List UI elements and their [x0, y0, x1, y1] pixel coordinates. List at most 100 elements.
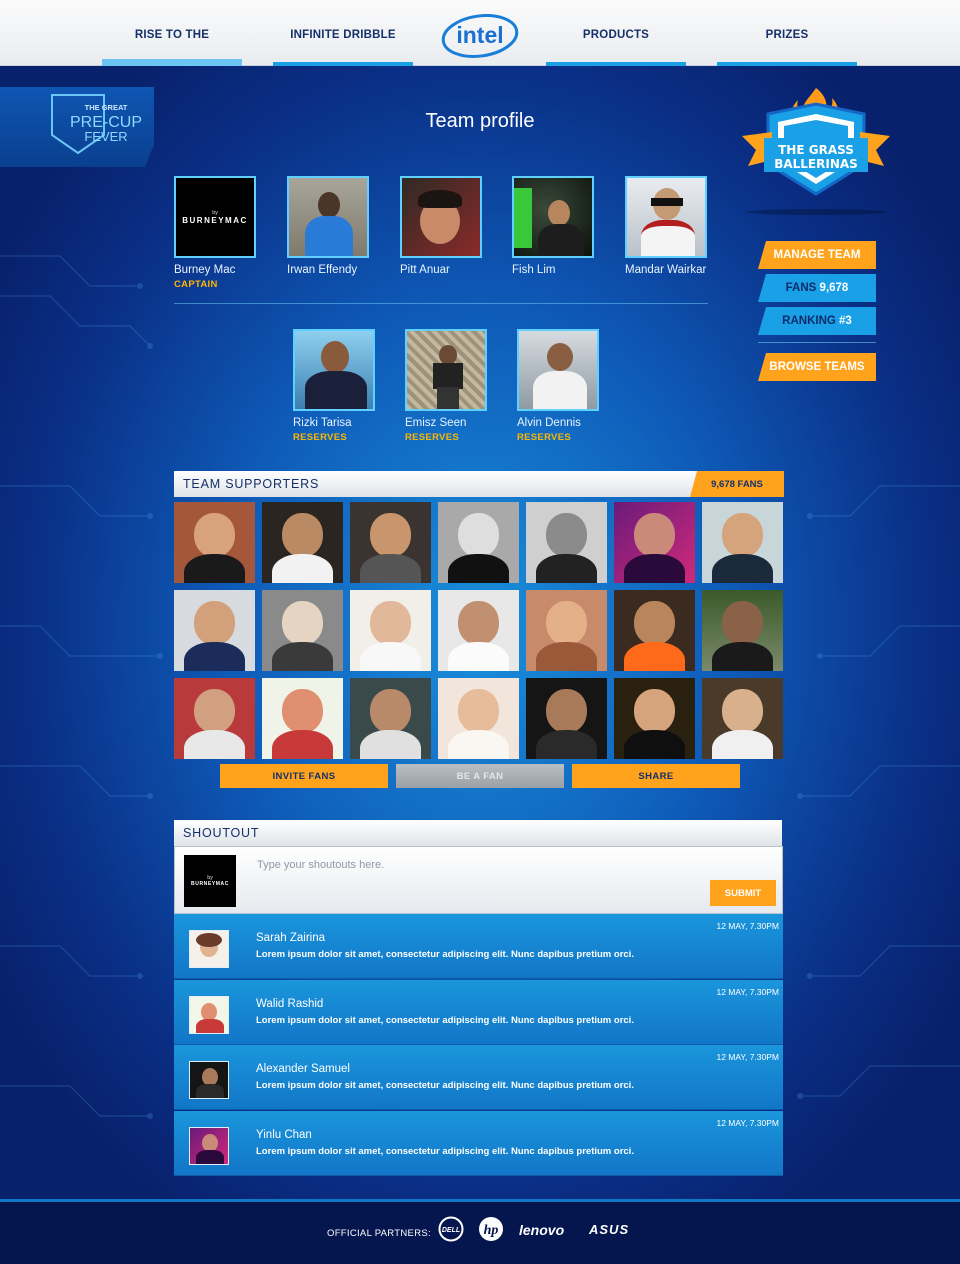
post-timestamp: 12 MAY, 7.30PM: [716, 987, 779, 997]
ranking-value: #3: [839, 315, 852, 327]
team-member-card[interactable]: Irwan Effendy: [287, 176, 397, 276]
partners-label: OFFICIAL PARTNERS:: [327, 1228, 431, 1239]
lenovo-logo[interactable]: lenovo: [519, 1222, 564, 1252]
member-photo[interactable]: [512, 176, 594, 258]
footer: OFFICIAL PARTNERS: DELL hp lenovo ASUS: [0, 1199, 960, 1264]
promo-line3: FEVER: [84, 129, 127, 144]
reserve-member-card[interactable]: Emisz Seen RESERVES: [405, 329, 515, 443]
post-timestamp: 12 MAY, 7.30PM: [716, 1052, 779, 1062]
manage-team-button[interactable]: MANAGE TEAM: [758, 241, 876, 269]
post-avatar[interactable]: [189, 1061, 229, 1099]
hp-logo[interactable]: hp: [478, 1216, 504, 1246]
pre-cup-shield-icon: THE GREAT PRE-CUP FEVER: [51, 94, 142, 155]
browse-teams-button[interactable]: BROWSE TEAMS: [758, 353, 876, 381]
supporter-avatar[interactable]: [614, 502, 695, 583]
fans-label: FANS: [785, 282, 817, 294]
nav-products[interactable]: PRODUCTS: [546, 0, 686, 66]
fans-count-badge: FANS 9,678: [758, 274, 876, 302]
main-content: THE GREAT PRE-CUP FEVER Team profile THE…: [0, 66, 960, 1199]
shoutout-post: Sarah Zairina Lorem ipsum dolor sit amet…: [174, 914, 783, 979]
supporter-avatar[interactable]: [174, 678, 255, 759]
ranking-badge: RANKING #3: [758, 307, 876, 335]
supporter-avatar[interactable]: [350, 502, 431, 583]
share-button[interactable]: SHARE: [572, 764, 740, 788]
member-role: CAPTAIN: [174, 279, 218, 290]
invite-fans-button[interactable]: INVITE FANS: [220, 764, 388, 788]
supporter-avatar[interactable]: [262, 678, 343, 759]
badge-line2: BALLERINAS: [774, 157, 858, 171]
pre-cup-fever-banner[interactable]: THE GREAT PRE-CUP FEVER: [0, 87, 154, 167]
member-role: RESERVES: [405, 432, 459, 443]
team-supporters-header: TEAM SUPPORTERS: [174, 471, 782, 497]
shoutout-input[interactable]: Type your shoutouts here.: [257, 859, 384, 871]
nav-label: INFINITE DRIBBLE: [290, 29, 396, 41]
asus-logo[interactable]: ASUS: [589, 1222, 629, 1252]
post-author[interactable]: Sarah Zairina: [256, 932, 325, 944]
top-navigation: RISE TO THE CHALLENGE INFINITE DRIBBLE i…: [0, 0, 960, 111]
supporter-avatar[interactable]: [702, 678, 783, 759]
post-avatar[interactable]: [189, 930, 229, 968]
supporter-avatar[interactable]: [262, 590, 343, 671]
nav-rise-to-the-challenge[interactable]: RISE TO THE CHALLENGE: [102, 0, 242, 111]
intel-logo[interactable]: intel: [440, 12, 520, 60]
dell-logo[interactable]: DELL: [438, 1216, 464, 1246]
supporter-avatar[interactable]: [174, 590, 255, 671]
supporter-avatar[interactable]: [438, 678, 519, 759]
nav-infinite-dribble[interactable]: INFINITE DRIBBLE: [273, 0, 413, 66]
post-avatar[interactable]: [189, 996, 229, 1034]
fans-value: 9,678: [819, 282, 849, 294]
submit-button[interactable]: SUBMIT: [710, 880, 776, 906]
burneymac-logo: by BURNEYMAC: [176, 178, 254, 256]
post-author[interactable]: Walid Rashid: [256, 998, 323, 1010]
team-member-card[interactable]: Pitt Anuar: [400, 176, 510, 276]
team-member-card[interactable]: by BURNEYMAC Burney Mac CAPTAIN: [174, 176, 284, 290]
post-message: Lorem ipsum dolor sit amet, consectetur …: [256, 1146, 634, 1157]
badge-line1: THE GRASS: [778, 143, 854, 157]
supporter-avatar[interactable]: [614, 678, 695, 759]
post-author[interactable]: Alexander Samuel: [256, 1063, 350, 1075]
supporter-avatar[interactable]: [526, 590, 607, 671]
member-photo[interactable]: [287, 176, 369, 258]
team-member-card[interactable]: Mandar Wairkar: [625, 176, 735, 276]
nav-active-indicator: [102, 59, 242, 66]
members-divider: [174, 303, 708, 304]
post-author[interactable]: Yinlu Chan: [256, 1129, 312, 1141]
nav-prizes[interactable]: PRIZES: [717, 0, 857, 66]
ranking-label: RANKING: [782, 315, 836, 327]
member-photo[interactable]: [400, 176, 482, 258]
member-photo[interactable]: [405, 329, 487, 411]
supporter-avatar[interactable]: [526, 502, 607, 583]
supporter-avatar[interactable]: [438, 502, 519, 583]
supporter-avatar[interactable]: [702, 502, 783, 583]
supporter-avatar[interactable]: [438, 590, 519, 671]
member-name: Rizki Tarisa: [293, 417, 352, 429]
member-photo[interactable]: [517, 329, 599, 411]
supporter-avatar[interactable]: [526, 678, 607, 759]
reserve-member-card[interactable]: Rizki Tarisa RESERVES: [293, 329, 403, 443]
shoutout-composer: by BURNEYMAC Type your shoutouts here. S…: [174, 846, 783, 914]
post-timestamp: 12 MAY, 7.30PM: [716, 1118, 779, 1128]
intel-logo-text: intel: [456, 22, 503, 48]
shoutout-post: Walid Rashid Lorem ipsum dolor sit amet,…: [174, 980, 783, 1045]
svg-text:DELL: DELL: [442, 1227, 460, 1234]
supporter-avatar[interactable]: [262, 502, 343, 583]
supporter-avatar[interactable]: [702, 590, 783, 671]
supporter-avatar[interactable]: [350, 590, 431, 671]
reserve-member-card[interactable]: Alvin Dennis RESERVES: [517, 329, 627, 443]
be-a-fan-button[interactable]: BE A FAN: [396, 764, 564, 788]
post-avatar[interactable]: [189, 1127, 229, 1165]
supporter-avatar[interactable]: [614, 590, 695, 671]
member-photo[interactable]: [293, 329, 375, 411]
post-message: Lorem ipsum dolor sit amet, consectetur …: [256, 1015, 634, 1026]
supporters-fans-tag: 9,678 FANS: [690, 471, 784, 497]
supporter-avatar[interactable]: [350, 678, 431, 759]
post-message: Lorem ipsum dolor sit amet, consectetur …: [256, 1080, 634, 1091]
member-photo[interactable]: by BURNEYMAC: [174, 176, 256, 258]
shoutout-list: Sarah Zairina Lorem ipsum dolor sit amet…: [174, 914, 783, 1176]
team-badge: THE GRASS BALLERINAS: [742, 88, 890, 215]
member-name: Fish Lim: [512, 264, 556, 276]
team-member-card[interactable]: Fish Lim: [512, 176, 622, 276]
side-divider: [758, 342, 876, 343]
member-photo[interactable]: [625, 176, 707, 258]
supporter-avatar[interactable]: [174, 502, 255, 583]
